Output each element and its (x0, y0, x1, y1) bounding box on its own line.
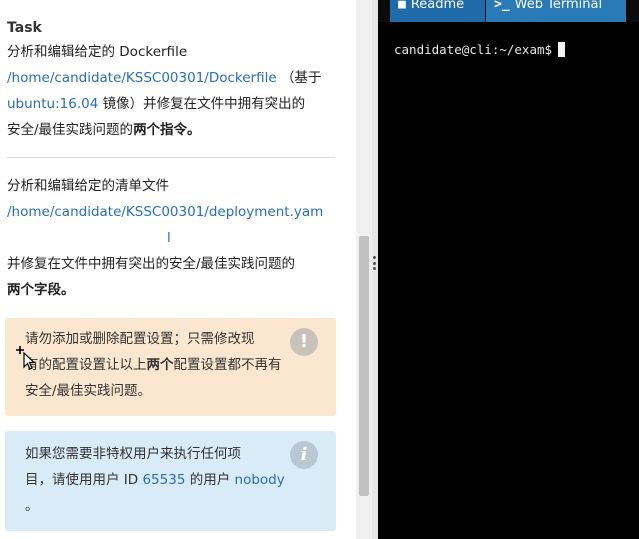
info-line-3: 。 (25, 498, 39, 514)
move-cursor-icon (16, 346, 36, 370)
intro-end: 安全/最佳实践问题的 (7, 122, 134, 138)
warning-line-2-bold: 两个 (146, 357, 174, 373)
exclamation-icon: ! (290, 328, 318, 356)
info-line-1: 如果您需要非特权用户来执行任何项 (25, 446, 241, 462)
manifest-continuation: 并修复在文件中拥有突出的安全/最佳实践问题的 (7, 256, 296, 272)
terminal-cursor (558, 42, 566, 57)
terminal-icon: >_ (494, 0, 510, 12)
info-line-2-pre: 目，请使用用户 ID (25, 472, 139, 488)
intro-text: 分析和编辑给定的 Dockerfile (7, 44, 188, 60)
task-panel-scrollbar[interactable] (356, 0, 372, 539)
readme-icon: ■ (398, 0, 406, 12)
task-manifest-paragraph: 分析和编辑给定的清单文件 /home/candidate/KSSC00301/d… (7, 173, 352, 303)
task-panel: Task 分析和编辑给定的 Dockerfile /home/candidate… (0, 0, 356, 539)
warning-line-2-post: 配置设置都不再有 (173, 357, 282, 373)
intro-suffix: （基于 (280, 70, 322, 86)
dockerfile-path-link[interactable]: /home/candidate/KSSC00301/Dockerfile (7, 70, 277, 86)
info-icon: i (290, 441, 318, 469)
manifest-path-link[interactable]: /home/candidate/KSSC00301/deployment.yam (7, 204, 323, 220)
splitter-grip-icon[interactable] (373, 256, 377, 270)
info-text: 如果您需要非特权用户来执行任何项 目，请使用用户 ID 65535 的用户 no… (25, 441, 305, 519)
warning-line-1: 请勿添加或删除配置设置；只需修改现 (25, 331, 255, 347)
info-callout: 如果您需要非特权用户来执行任何项 目，请使用用户 ID 65535 的用户 no… (5, 431, 336, 531)
terminal-tabbar: ■ Readme >_ Web Terminal (378, 0, 639, 22)
warning-line-2-pre: 有的配置设置让以上 (25, 357, 147, 373)
intro-bold: 两个指令。 (133, 122, 201, 138)
tab-web-terminal-label: Web Terminal (514, 0, 603, 12)
warning-text: 请勿添加或删除配置设置；只需修改现 有的配置设置让以上两个配置设置都不再有 安全… (25, 326, 305, 404)
manifest-intro: 分析和编辑给定的清单文件 (7, 178, 169, 194)
tab-web-terminal[interactable]: >_ Web Terminal (486, 0, 626, 22)
warning-line-3: 安全/最佳实践问题。 (25, 383, 152, 399)
manifest-path-link-wrap[interactable]: l (167, 230, 171, 246)
tab-readme-label: Readme (410, 0, 465, 12)
terminal-prompt-line[interactable]: candidate@cli:~/exam$ (394, 42, 566, 57)
info-line-2-mid: 的用户 (189, 472, 231, 488)
task-title: Task (7, 20, 42, 36)
intro-continuation: 镜像）并修复在文件中拥有突出的 (102, 96, 306, 112)
manifest-bold: 两个字段。 (7, 282, 75, 298)
warning-callout: 请勿添加或删除配置设置；只需修改现 有的配置设置让以上两个配置设置都不再有 安全… (5, 318, 336, 416)
user-name-link[interactable]: nobody (235, 472, 285, 488)
tab-readme[interactable]: ■ Readme (390, 0, 485, 22)
terminal-panel[interactable]: ■ Readme >_ Web Terminal candidate@cli:~… (378, 0, 639, 539)
base-image-link[interactable]: ubuntu:16.04 (7, 96, 98, 112)
section-divider (7, 157, 335, 158)
terminal-prompt: candidate@cli:~/exam$ (394, 42, 553, 57)
user-id-link[interactable]: 65535 (142, 472, 185, 488)
task-dockerfile-paragraph: 分析和编辑给定的 Dockerfile /home/candidate/KSSC… (7, 39, 352, 143)
scrollbar-thumb[interactable] (359, 236, 369, 496)
